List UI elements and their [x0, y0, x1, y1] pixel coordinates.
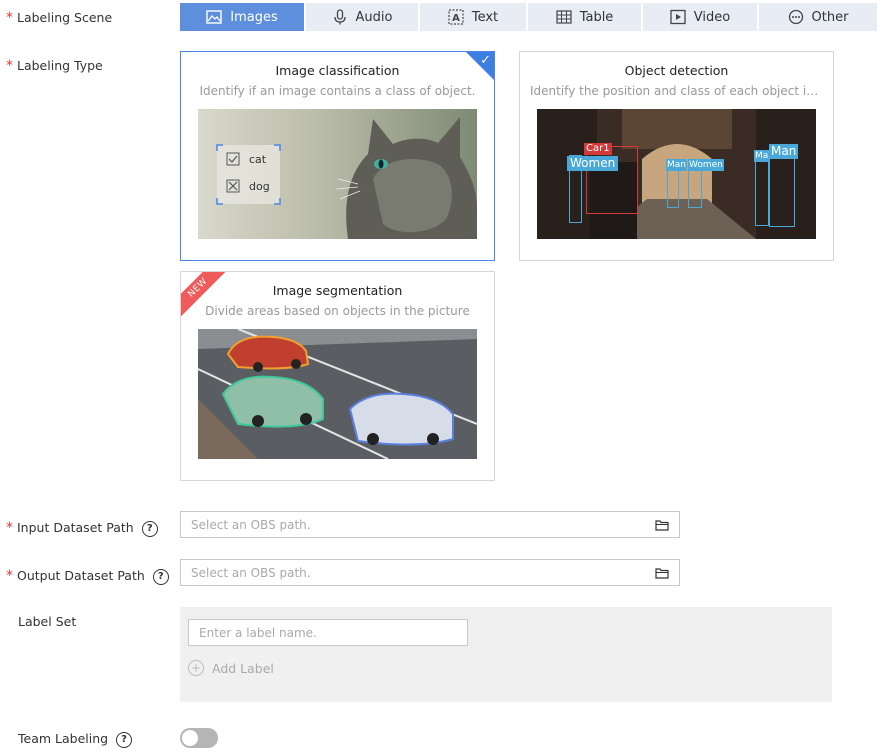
microphone-icon	[333, 9, 346, 25]
folder-icon[interactable]	[655, 567, 669, 579]
toggle-knob	[182, 730, 198, 746]
help-icon[interactable]: ?	[116, 731, 133, 748]
card-description: Divide areas based on objects in the pic…	[205, 304, 470, 318]
text-icon: A	[448, 9, 464, 25]
detection-preview-image: Car1 Women Man Women Ma Man	[537, 109, 816, 239]
detection-label: Women	[567, 156, 619, 171]
output-path-label: * Output Dataset Path?	[6, 568, 169, 585]
input-path-label: * Input Dataset Path?	[6, 520, 158, 537]
more-icon	[788, 9, 803, 25]
overlay-label-cat: cat	[249, 153, 267, 166]
segmentation-preview-image	[198, 329, 477, 459]
add-label-button[interactable]: + Add Label	[188, 660, 274, 676]
detection-label: Man	[769, 144, 799, 159]
card-title: Image classification	[275, 63, 400, 78]
output-path-placeholder: Select an OBS path.	[191, 565, 311, 580]
input-path-field[interactable]: Select an OBS path.	[180, 511, 680, 538]
label-set-label: Label Set	[18, 614, 77, 629]
card-image-classification[interactable]: Image classification Identify if an imag…	[180, 51, 495, 261]
folder-icon[interactable]	[655, 519, 669, 531]
detection-box	[755, 160, 769, 226]
detection-label: Car1	[584, 143, 612, 155]
plus-circle-icon: +	[188, 660, 204, 676]
checkmark-icon: ✓	[480, 53, 491, 68]
tab-audio[interactable]: Audio	[306, 3, 418, 31]
label-name-input[interactable]: Enter a label name.	[188, 619, 468, 646]
label-set-panel: Enter a label name. + Add Label	[180, 607, 832, 702]
detection-box	[769, 156, 795, 227]
help-icon[interactable]: ?	[141, 520, 158, 537]
card-title: Image segmentation	[272, 283, 403, 298]
tab-images[interactable]: Images	[180, 3, 304, 31]
card-object-detection[interactable]: Object detection Identify the position a…	[519, 51, 834, 261]
svg-text:A: A	[452, 13, 460, 24]
team-labeling-label: Team Labeling?	[18, 731, 133, 748]
card-title: Object detection	[624, 63, 729, 78]
labeling-type-label: * Labeling Type	[6, 58, 103, 74]
input-path-placeholder: Select an OBS path.	[191, 517, 311, 532]
detection-label: Man	[666, 159, 687, 171]
card-description: Identify the position and class of each …	[530, 84, 823, 98]
tab-table[interactable]: Table	[528, 3, 641, 31]
detection-box	[667, 166, 679, 208]
tab-other[interactable]: Other	[759, 3, 877, 31]
team-labeling-toggle[interactable]	[180, 728, 218, 748]
video-icon	[670, 9, 686, 25]
image-icon	[206, 10, 222, 24]
labeling-scene-label: * Labeling Scene	[6, 10, 113, 26]
tab-text[interactable]: A Text	[420, 3, 526, 31]
detection-label: Women	[688, 159, 724, 171]
classification-preview-image: cat dog	[198, 109, 477, 239]
overlay-label-dog: dog	[249, 180, 270, 193]
tab-video[interactable]: Video	[643, 3, 757, 31]
card-description: Identify if an image contains a class of…	[199, 84, 476, 98]
detection-box	[688, 166, 702, 208]
detection-label: Ma	[754, 150, 770, 162]
help-icon[interactable]: ?	[152, 568, 169, 585]
table-icon	[556, 10, 572, 24]
output-path-field[interactable]: Select an OBS path.	[180, 559, 680, 586]
card-image-segmentation[interactable]: Image segmentation Divide areas based on…	[180, 271, 495, 481]
